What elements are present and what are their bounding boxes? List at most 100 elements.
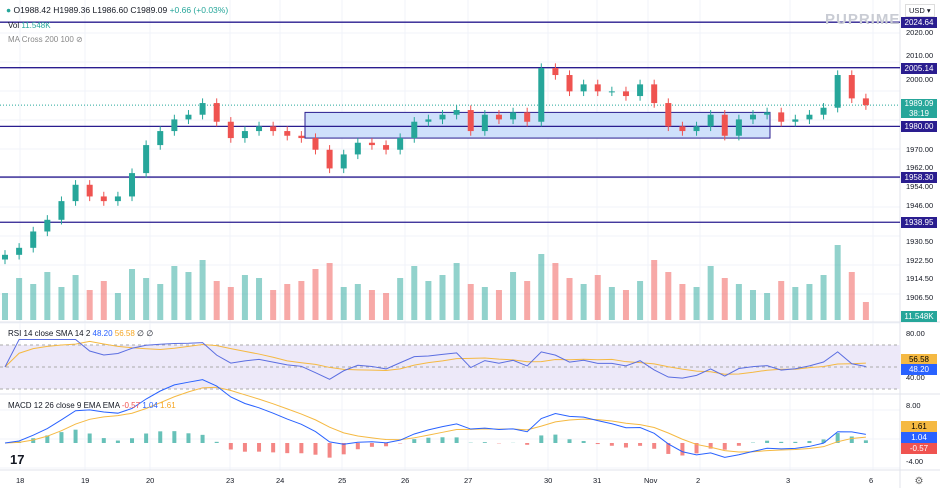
candle-body [453, 110, 460, 115]
volume-bar [171, 266, 178, 320]
candle-body [157, 131, 164, 146]
volume-bar [368, 290, 375, 320]
candle-body [834, 75, 841, 108]
macd-histogram-bar [355, 443, 360, 450]
candle-body [340, 154, 347, 169]
volume-bar [707, 266, 714, 320]
level-tag: 2005.14 [901, 62, 937, 74]
macd-histogram-bar [623, 443, 628, 448]
macd-histogram-bar [327, 443, 332, 458]
currency-select[interactable]: USD ▾ [905, 4, 935, 17]
date-label: 27 [464, 476, 473, 485]
macd-histogram-bar [200, 434, 205, 443]
macd-histogram-bar [849, 436, 854, 443]
price-axis-label: 1946.00 [906, 200, 934, 210]
volume-bar [622, 290, 629, 320]
macd-histogram-bar [73, 429, 78, 443]
macd-histogram-bar [228, 443, 233, 450]
volume-bar [495, 290, 502, 320]
volume-bar [834, 245, 841, 320]
volume-bar [651, 260, 658, 320]
macd-axis-label: 8.00 [906, 400, 921, 410]
macd-legend: MACD 12 26 close 9 EMA EMA -0.57 1.04 1.… [8, 401, 176, 410]
candle-body [566, 75, 573, 92]
macd-tag: 1.04 [901, 432, 937, 443]
candle-body [199, 103, 206, 115]
level-tag: 1980.00 [901, 121, 937, 133]
volume-bar [284, 284, 291, 320]
date-label: 24 [276, 476, 285, 485]
date-label: 3 [786, 476, 791, 485]
volume-bar [100, 281, 107, 320]
macd-histogram-bar [652, 443, 657, 449]
volume-tag: 11.548K [901, 311, 937, 322]
volume-bar [637, 281, 644, 320]
candle-body [368, 142, 375, 146]
macd-histogram-bar [482, 442, 487, 443]
price-axis-label: 1906.50 [906, 293, 934, 303]
candle-body [778, 112, 785, 122]
date-label: 19 [81, 476, 90, 485]
date-label: 31 [593, 476, 602, 485]
candle-body [114, 196, 121, 202]
volume-bar [143, 278, 150, 320]
price-chart[interactable] [0, 0, 940, 488]
candle-body [806, 114, 813, 120]
volume-bar [566, 278, 573, 320]
date-label: 18 [16, 476, 25, 485]
volume-bar [693, 287, 700, 320]
macd-histogram-bar [341, 443, 346, 455]
candle-body [524, 112, 531, 122]
volume-bar [721, 278, 728, 320]
macd-histogram-bar [525, 443, 530, 445]
volume-bar [608, 287, 615, 320]
candle-body [693, 126, 700, 132]
candle-body [129, 173, 136, 197]
macd-histogram-bar [736, 443, 741, 446]
price-axis-label: 2000.00 [906, 74, 934, 84]
macd-histogram-bar [87, 433, 92, 443]
eye-hidden-icon[interactable]: ⊘ [76, 35, 83, 44]
vol-value: 11.548K [21, 21, 51, 30]
candle-body [298, 135, 305, 139]
candle-body [30, 231, 37, 248]
candle-body [16, 247, 23, 255]
volume-bar [778, 281, 785, 320]
candle-body [552, 68, 559, 76]
candle-body [270, 126, 277, 132]
macd-histogram-bar [144, 433, 149, 443]
rsi-tag: 48.20 [901, 363, 937, 375]
candle-body [185, 114, 192, 120]
candle-body [2, 254, 8, 260]
volume-bar [30, 284, 37, 320]
volume-bar [16, 278, 23, 320]
volume-bar [538, 254, 545, 320]
macd-histogram-bar [680, 443, 685, 456]
last-price-tag: 1989.09 [901, 99, 937, 110]
rsi-axis-label: 80.00 [906, 329, 925, 338]
settings-gear-icon[interactable]: ⚙ [901, 476, 937, 487]
macd-histogram-bar [553, 434, 558, 443]
volume-bar [397, 278, 404, 320]
candle-body [312, 138, 319, 150]
macd-line [4, 379, 866, 458]
macd-signal-line [4, 386, 866, 453]
candle-body [651, 84, 658, 104]
candle-body [735, 119, 742, 136]
candle-body [510, 112, 517, 120]
candle-body [44, 219, 51, 232]
macd-histogram-bar [130, 438, 135, 443]
macd-histogram-bar [313, 443, 318, 455]
macd-histogram-bar [412, 439, 417, 443]
candle-body [58, 201, 65, 220]
candle-body [721, 114, 728, 136]
volume-bar [665, 272, 672, 320]
candle-body [820, 107, 827, 115]
candle-body [256, 126, 263, 132]
candle-body [495, 114, 502, 120]
candle-body [100, 196, 107, 202]
volume-bar [227, 287, 234, 320]
volume-bar [86, 290, 93, 320]
volume-bar [213, 281, 220, 320]
candle-body [481, 114, 488, 132]
